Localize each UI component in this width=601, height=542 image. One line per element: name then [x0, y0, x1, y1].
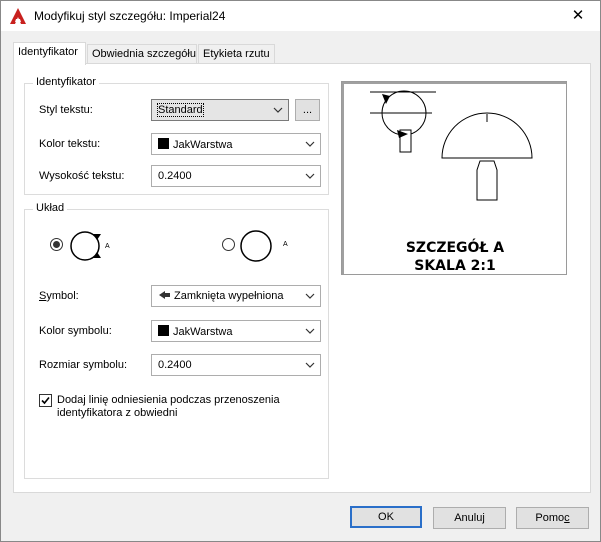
autocad-logo-icon	[10, 8, 26, 24]
symbol-color-label: Kolor symbolu:	[39, 325, 112, 337]
add-leader-label-line1: Dodaj linię odniesienia podczas przenosz…	[57, 394, 280, 406]
preview-caption-line2: SKALA 2:1	[414, 258, 496, 274]
checkmark-icon	[41, 396, 50, 405]
tab-obwiednia[interactable]: Obwiednia szczegółu	[87, 44, 197, 64]
dialog-window: Modyfikuj styl szczegółu: Imperial24 ✕ I…	[0, 0, 601, 542]
title-bar: Modyfikuj styl szczegółu: Imperial24 ✕	[1, 1, 600, 31]
chevron-down-icon	[305, 141, 315, 147]
identifier-group-legend: Identyfikator	[33, 76, 99, 88]
color-swatch	[158, 138, 169, 149]
ok-label: OK	[378, 511, 394, 523]
chevron-down-icon	[305, 328, 315, 334]
add-leader-checkbox[interactable]	[39, 394, 52, 407]
ok-button[interactable]: OK	[350, 506, 422, 528]
symbol-color-value: JakWarstwa	[173, 326, 233, 338]
cancel-button[interactable]: Anuluj	[433, 507, 506, 529]
text-style-select[interactable]: Standard	[151, 99, 289, 121]
detail-style-preview: SZCZEGÓŁ A SKALA 2:1	[341, 81, 567, 275]
symbol-label: Symbol:	[39, 290, 79, 302]
radio-dot	[53, 241, 60, 248]
layout-group-legend: Układ	[33, 202, 68, 214]
tab-label: Identyfikator	[18, 46, 78, 58]
layout-option-left-letter: A	[105, 243, 110, 250]
symbol-size-value: 0.2400	[158, 359, 192, 371]
browse-label: ...	[302, 104, 313, 116]
chevron-down-icon	[305, 173, 315, 179]
plain-circle-icon	[240, 230, 272, 262]
filled-arrow-icon	[159, 291, 170, 299]
layout-option-right-letter: A	[283, 241, 288, 248]
text-style-label: Styl tekstu:	[39, 104, 93, 116]
cancel-label: Anuluj	[454, 512, 485, 524]
preview-caption-line1: SZCZEGÓŁ A	[405, 240, 505, 256]
text-height-value: 0.2400	[158, 170, 192, 182]
layout-option-plain-radio[interactable]	[222, 238, 235, 251]
symbol-color-select[interactable]: JakWarstwa	[151, 320, 321, 342]
text-style-value: Standard	[157, 103, 204, 117]
identifier-group: Identyfikator Styl tekstu: Standard ... …	[24, 76, 329, 195]
add-leader-label-line2: identyfikatora z obwiedni	[57, 407, 178, 419]
symbol-size-label: Rozmiar symbolu:	[39, 359, 128, 371]
text-height-label: Wysokość tekstu:	[39, 170, 125, 182]
chevron-down-icon	[305, 362, 315, 368]
color-swatch	[158, 325, 169, 336]
symbol-value: Zamknięta wypełniona	[174, 290, 284, 302]
help-button[interactable]: Pomoc	[516, 507, 589, 529]
browse-text-style-button[interactable]: ...	[295, 99, 320, 121]
symbol-select[interactable]: Zamknięta wypełniona	[151, 285, 321, 307]
tab-etykieta[interactable]: Etykieta rzutu	[198, 44, 275, 64]
window-title: Modyfikuj styl szczegółu: Imperial24	[34, 9, 226, 23]
text-color-value: JakWarstwa	[173, 139, 233, 151]
layout-option-arrows-radio[interactable]	[50, 238, 63, 251]
close-button[interactable]: ✕	[558, 3, 598, 29]
text-color-label: Kolor tekstu:	[39, 138, 101, 150]
help-label: Pomoc	[535, 512, 570, 524]
tab-label: Obwiednia szczegółu	[92, 48, 196, 60]
tab-label: Etykieta rzutu	[203, 48, 270, 60]
close-icon: ✕	[571, 7, 585, 24]
layout-group: Układ A A Symbol: Zamknięta wypełniona K…	[24, 202, 329, 479]
text-height-input[interactable]: 0.2400	[151, 165, 321, 187]
symbol-size-input[interactable]: 0.2400	[151, 354, 321, 376]
text-color-select[interactable]: JakWarstwa	[151, 133, 321, 155]
chevron-down-icon	[305, 293, 315, 299]
circle-with-arrows-icon	[70, 231, 101, 261]
chevron-down-icon	[273, 107, 283, 113]
tab-identyfikator[interactable]: Identyfikator	[13, 42, 86, 65]
